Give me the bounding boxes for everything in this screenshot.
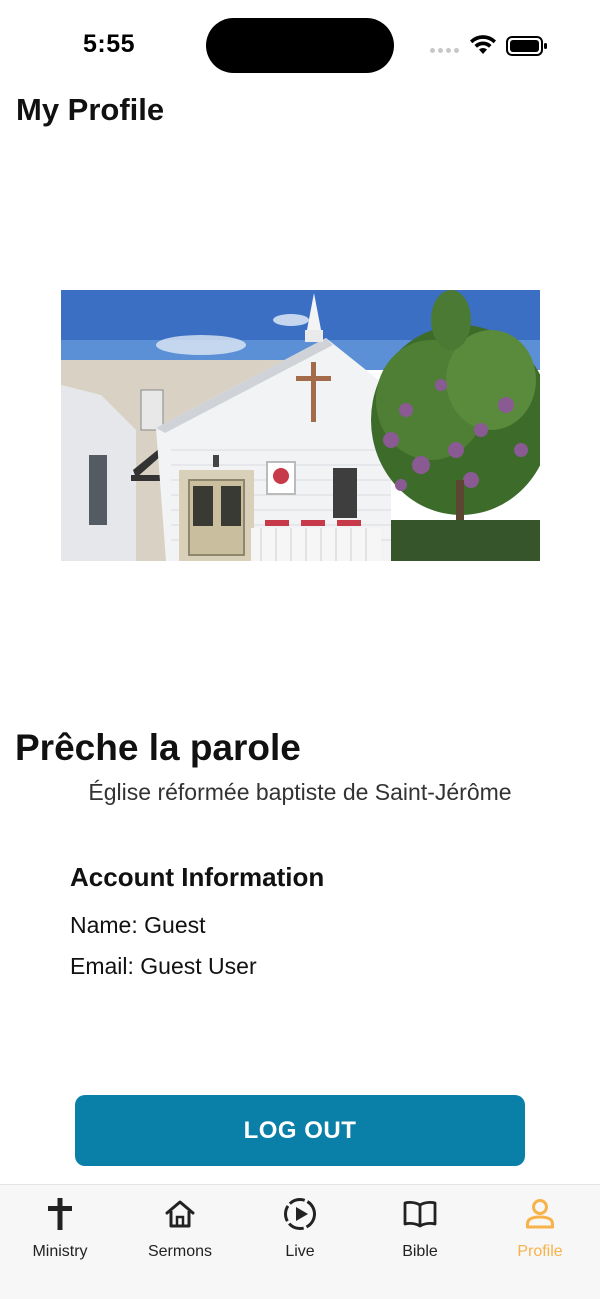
- logout-button[interactable]: LOG OUT: [75, 1095, 525, 1166]
- account-information-heading: Account Information: [70, 862, 325, 892]
- cross-icon: [47, 1195, 73, 1233]
- cellular-signal-icon: [430, 48, 459, 53]
- account-name: Name: Guest: [70, 912, 206, 938]
- tab-sermons[interactable]: Sermons: [120, 1185, 240, 1299]
- church-photo: [61, 290, 540, 561]
- church-name: Prêche la parole: [15, 727, 301, 768]
- account-email: Email: Guest User: [70, 953, 257, 979]
- tab-ministry[interactable]: Ministry: [0, 1185, 120, 1299]
- book-icon: [403, 1195, 437, 1233]
- tab-label-profile: Profile: [517, 1243, 563, 1260]
- play-circle-icon: [283, 1195, 317, 1233]
- tab-label-bible: Bible: [402, 1243, 438, 1260]
- tab-profile[interactable]: Profile: [480, 1185, 600, 1299]
- page-title: My Profile: [16, 92, 165, 127]
- church-subtitle: Église réformée baptiste de Saint-Jérôme: [88, 779, 512, 805]
- person-icon: [525, 1195, 555, 1233]
- tab-bible[interactable]: Bible: [360, 1185, 480, 1299]
- home-icon: [164, 1195, 196, 1233]
- tab-label-live: Live: [285, 1243, 315, 1260]
- tab-live[interactable]: Live: [240, 1185, 360, 1299]
- status-time: 5:55: [83, 30, 136, 58]
- tab-label-ministry: Ministry: [32, 1243, 88, 1260]
- wifi-icon: [470, 35, 496, 54]
- tab-bar: Ministry Sermons Live Bible Profile: [0, 1184, 600, 1299]
- tab-label-sermons: Sermons: [147, 1243, 213, 1260]
- battery-icon: [506, 36, 547, 56]
- dynamic-island: [206, 18, 394, 73]
- profile-screen: 5:55 My Profile Prêche la parole Église …: [0, 0, 600, 1299]
